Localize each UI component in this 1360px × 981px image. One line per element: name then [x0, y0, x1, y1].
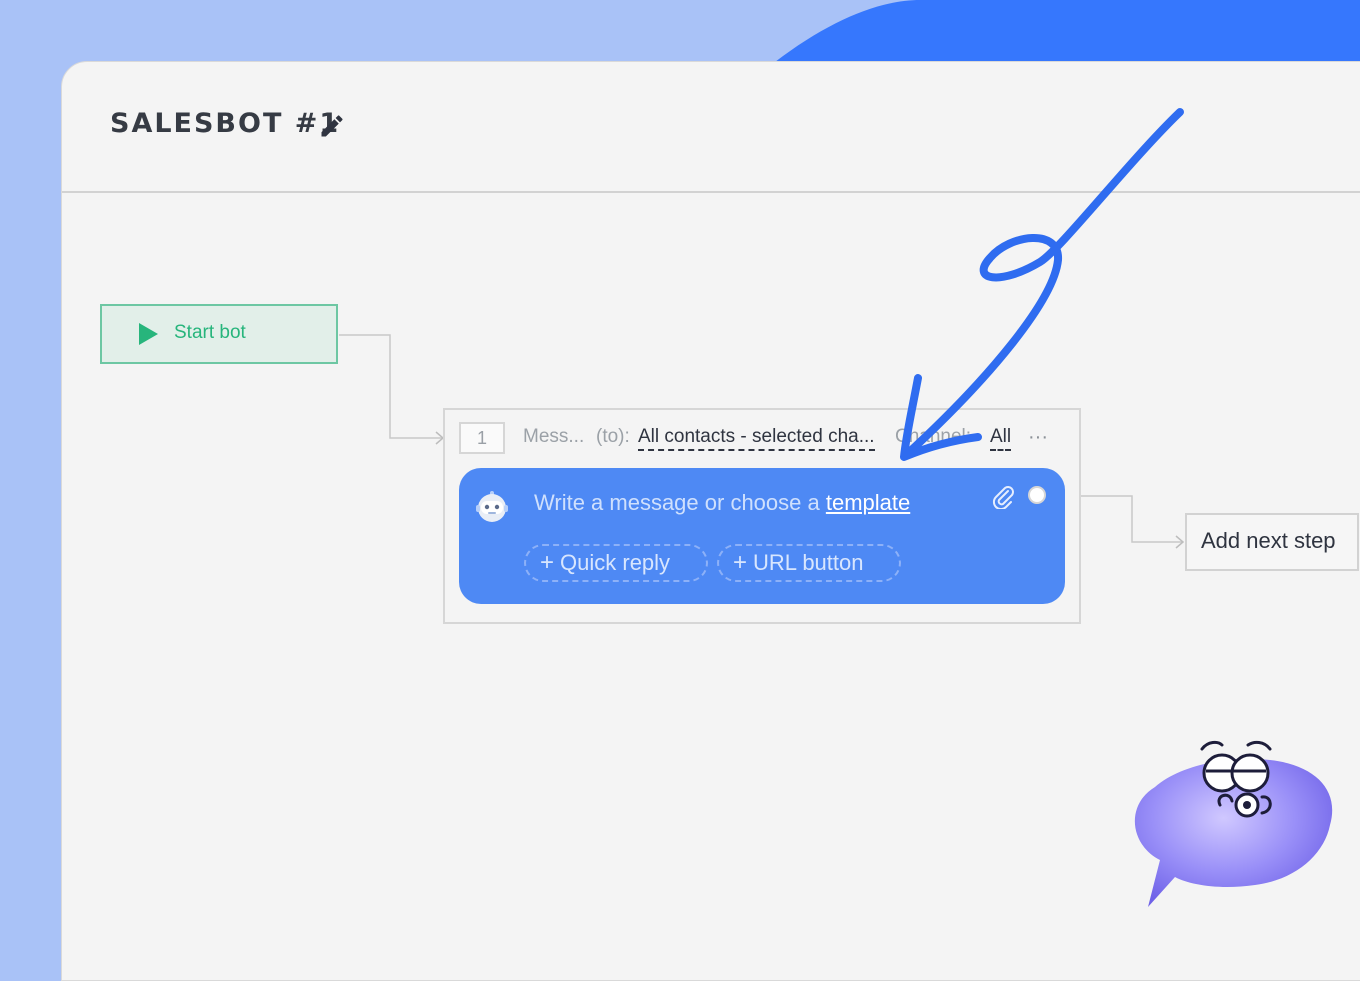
plus-icon: + [540, 549, 555, 576]
play-icon [139, 323, 158, 345]
pencil-icon[interactable] [318, 112, 346, 140]
url-button-label: URL button [753, 550, 864, 575]
start-bot-label: Start bot [174, 322, 246, 343]
recipients-selector[interactable]: All contacts - selected cha... [638, 426, 875, 451]
template-link[interactable]: template [826, 490, 910, 515]
step-number: 1 [459, 422, 505, 454]
speech-bubble-mascot [1134, 740, 1333, 907]
url-button[interactable]: + URL button [717, 544, 901, 582]
add-next-step-button[interactable]: Add next step [1185, 513, 1359, 571]
start-bot-node[interactable]: Start bot [100, 304, 338, 364]
plus-icon: + [733, 549, 748, 576]
step-name[interactable]: Mess... [523, 426, 584, 448]
quick-reply-button[interactable]: + Quick reply [524, 544, 708, 582]
channel-label: Channel: [895, 426, 972, 447]
editor-header: SALESBOT #1 [62, 62, 1360, 193]
channel-selector[interactable]: All [990, 426, 1012, 451]
page-title: SALESBOT #1 [110, 108, 341, 139]
message-step-node[interactable]: 1 Mess... (to): All contacts - selected … [443, 408, 1081, 624]
message-placeholder: Write a message or choose a [534, 490, 820, 515]
quick-reply-label: Quick reply [560, 550, 671, 575]
output-connector[interactable] [1028, 486, 1046, 504]
message-card[interactable]: Write a message or choose a template + Qu… [459, 468, 1065, 604]
step-to-label: (to): [596, 426, 630, 447]
message-input[interactable]: Write a message or choose a template [534, 490, 910, 516]
robot-icon [476, 491, 508, 522]
more-options-button[interactable]: ··· [1028, 426, 1048, 449]
paperclip-icon[interactable] [991, 483, 1015, 509]
